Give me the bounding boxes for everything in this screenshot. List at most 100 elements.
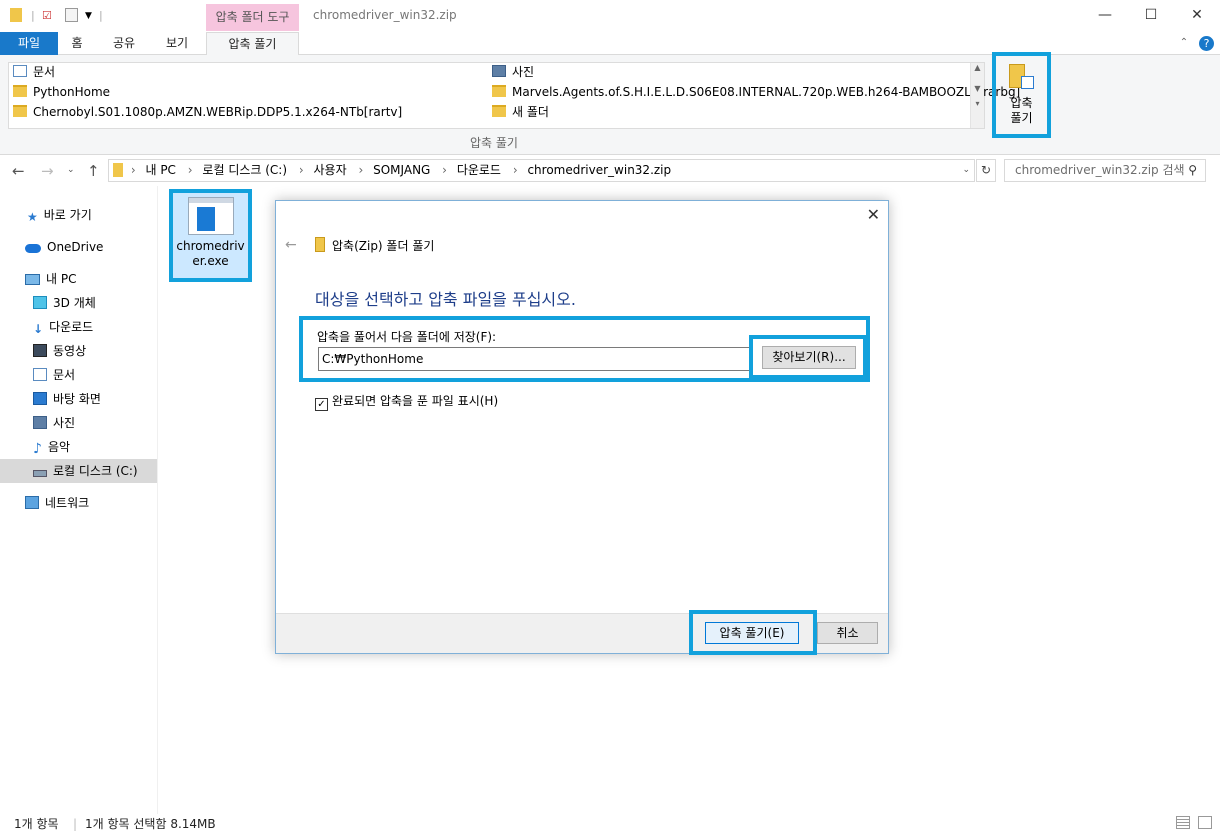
nav-item-music[interactable]: ♪ 음악	[0, 435, 157, 459]
breadcrumb[interactable]: 사용자	[314, 163, 347, 177]
breadcrumb[interactable]: 다운로드	[457, 163, 501, 177]
item-count: 1개 항목	[14, 817, 59, 831]
close-button[interactable]: ✕	[1174, 0, 1220, 32]
nav-item-desktop[interactable]: 바탕 화면	[0, 387, 157, 411]
destination-item[interactable]: PythonHome	[13, 83, 110, 102]
separator: |	[73, 817, 78, 831]
scroll-down-icon[interactable]: ▼	[971, 84, 984, 93]
nav-item-network[interactable]: 네트워크	[0, 491, 157, 515]
search-icon: ⚲	[1188, 163, 1197, 177]
network-icon	[25, 496, 39, 509]
nav-item-downloads[interactable]: ↓ 다운로드	[0, 315, 157, 339]
file-name: chromedriv	[176, 239, 245, 253]
breadcrumb[interactable]: 로컬 디스크 (C:)	[202, 163, 287, 177]
recent-locations-icon[interactable]: ⌄	[67, 165, 75, 175]
dialog-title: 압축(Zip) 폴더 풀기	[332, 239, 435, 253]
drive-icon	[33, 470, 47, 477]
chevron-down-icon[interactable]: ⌄	[962, 160, 970, 181]
back-arrow-icon[interactable]: ←	[12, 162, 25, 180]
chevron-right-icon: ›	[358, 163, 364, 177]
breadcrumb[interactable]: SOMJANG	[373, 163, 430, 177]
extract-highlight: 압축 풀기(E)	[689, 610, 817, 655]
destination-item[interactable]: 문서	[13, 63, 55, 82]
close-icon[interactable]: ✕	[867, 205, 880, 224]
tab-view[interactable]: 보기	[152, 32, 202, 55]
star-icon: ★	[27, 210, 38, 224]
scroll-up-icon[interactable]: ▲	[971, 63, 984, 72]
nav-item-3d-objects[interactable]: 3D 개체	[0, 291, 157, 315]
ribbon: 문서 PythonHome Chernobyl.S01.1080p.AMZN.W…	[0, 52, 1220, 155]
breadcrumb[interactable]: chromedriver_win32.zip	[527, 163, 671, 177]
video-icon	[33, 344, 47, 357]
minimize-button[interactable]: —	[1082, 0, 1128, 32]
more-icon[interactable]: ▾	[971, 99, 984, 108]
cancel-button[interactable]: 취소	[817, 622, 878, 644]
chevron-right-icon: ›	[512, 163, 518, 177]
nav-item-documents[interactable]: 문서	[0, 363, 157, 387]
destination-item[interactable]: Marvels.Agents.of.S.H.I.E.L.D.S06E08.INT…	[492, 83, 1020, 102]
window-title: chromedriver_win32.zip	[313, 8, 457, 22]
zip-folder-icon	[113, 163, 123, 177]
properties-icon[interactable]: ☑	[42, 8, 52, 24]
folder-icon	[13, 105, 27, 117]
music-icon: ♪	[33, 441, 42, 457]
nav-item-pictures[interactable]: 사진	[0, 411, 157, 435]
folder-icon	[13, 85, 27, 97]
status-bar: 1개 항목 | 1개 항목 선택함 8.14MB	[0, 814, 1220, 835]
browse-highlight: 찾아보기(R)...	[749, 335, 867, 379]
up-arrow-icon[interactable]: ↑	[87, 162, 100, 180]
nav-item-local-disk[interactable]: 로컬 디스크 (C:)	[0, 459, 157, 483]
chevron-right-icon: ›	[130, 163, 136, 177]
address-bar[interactable]: › 내 PC › 로컬 디스크 (C:) › 사용자 › SOMJANG › 다…	[108, 159, 975, 182]
extract-all-button[interactable]: 압축 풀기	[992, 52, 1051, 138]
destination-item[interactable]: 새 폴더	[492, 103, 549, 122]
zip-folder-icon	[315, 237, 325, 252]
customize-toolbar-icon[interactable]: ▼	[85, 8, 92, 24]
show-files-label: 완료되면 압축을 푼 파일 표시(H)	[332, 394, 499, 408]
destination-list: 문서 PythonHome Chernobyl.S01.1080p.AMZN.W…	[8, 62, 1020, 129]
new-folder-icon[interactable]	[65, 8, 78, 22]
tab-file[interactable]: 파일	[0, 32, 58, 55]
selection-info: 1개 항목 선택함 8.14MB	[85, 817, 216, 831]
forward-arrow-icon[interactable]: →	[41, 162, 54, 180]
destination-item[interactable]: 사진	[492, 63, 534, 82]
pictures-icon	[33, 416, 47, 429]
nav-item-this-pc[interactable]: 내 PC	[0, 267, 157, 291]
tab-home[interactable]: 홈	[58, 32, 96, 55]
ribbon-collapse-icon[interactable]: ⌃	[1176, 32, 1192, 55]
maximize-button[interactable]: ☐	[1128, 0, 1174, 32]
pictures-icon	[492, 65, 506, 77]
extract-zip-icon	[1008, 64, 1035, 92]
refresh-button[interactable]: ↻	[976, 159, 996, 182]
navigation-row: ← → ⌄ ↑ › 내 PC › 로컬 디스크 (C:) › 사용자 › SOM…	[0, 156, 1220, 186]
details-view-icon[interactable]	[1176, 816, 1190, 829]
chevron-right-icon: ›	[187, 163, 193, 177]
large-icons-view-icon[interactable]	[1198, 816, 1212, 829]
show-files-checkbox[interactable]: ✓	[315, 398, 328, 411]
destination-item[interactable]: Chernobyl.S01.1080p.AMZN.WEBRip.DDP5.1.x…	[13, 103, 402, 122]
cloud-icon	[25, 244, 41, 253]
file-item[interactable]: chromedriv er.exe	[169, 189, 252, 282]
zip-folder-icon	[10, 8, 22, 22]
folder-icon	[492, 85, 506, 97]
destination-label: 압축을 풀어서 다음 폴더에 저장(F):	[317, 330, 497, 344]
breadcrumb[interactable]: 내 PC	[145, 163, 175, 177]
nav-item-videos[interactable]: 동영상	[0, 339, 157, 363]
dialog-heading: 대상을 선택하고 압축 파일을 푸십시오.	[315, 290, 576, 309]
search-input[interactable]: chromedriver_win32.zip 검색 ⚲	[1004, 159, 1206, 182]
nav-item-quick-access[interactable]: ★ 바로 가기	[0, 203, 157, 227]
pc-icon	[25, 274, 40, 285]
nav-item-onedrive[interactable]: OneDrive	[0, 235, 157, 259]
title-bar: | ☑ ▼ | 압축 폴더 도구 chromedriver_win32.zip …	[0, 0, 1220, 32]
extract-button[interactable]: 압축 풀기(E)	[705, 622, 799, 644]
cube-icon	[33, 296, 47, 309]
show-files-option[interactable]: ✓ 완료되면 압축을 푼 파일 표시(H)	[315, 392, 498, 411]
help-icon[interactable]: ?	[1199, 36, 1214, 51]
back-arrow-icon[interactable]: ←	[285, 237, 297, 253]
separator: |	[99, 9, 103, 22]
browse-button[interactable]: 찾아보기(R)...	[762, 346, 856, 369]
tab-share[interactable]: 공유	[100, 32, 148, 55]
destination-scrollbar[interactable]: ▲ ▼ ▾	[970, 63, 984, 128]
tab-extract[interactable]: 압축 풀기	[206, 32, 299, 56]
destination-input[interactable]: C:₩PythonHome	[318, 347, 752, 371]
